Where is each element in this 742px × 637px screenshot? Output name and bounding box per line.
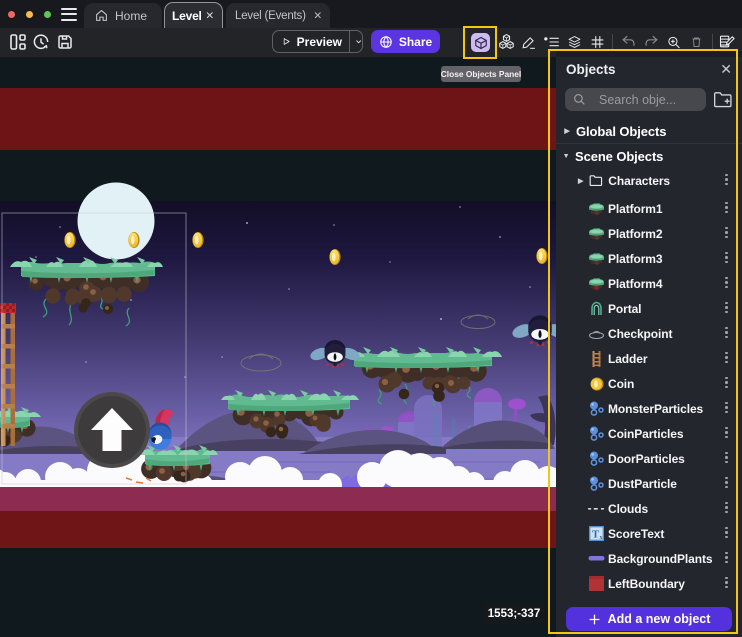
svg-text:x: x: [600, 535, 603, 541]
